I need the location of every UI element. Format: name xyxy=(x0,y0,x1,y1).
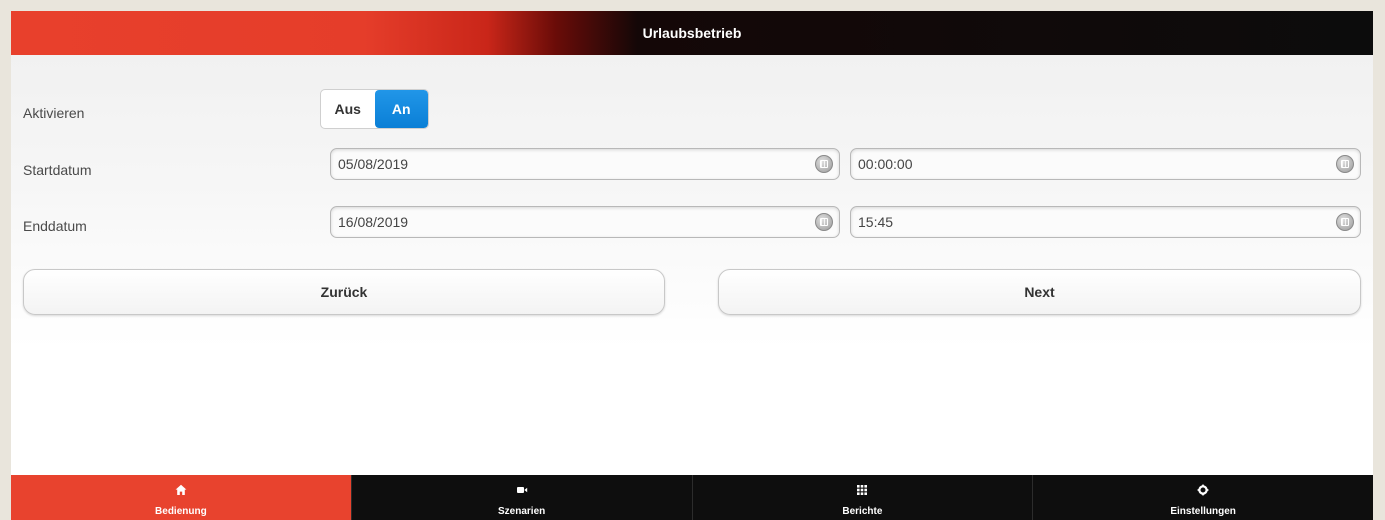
start-date-value: 05/08/2019 xyxy=(338,156,409,172)
grid-icon xyxy=(857,485,868,495)
next-button[interactable]: Next xyxy=(718,269,1361,315)
tab-label: Einstellungen xyxy=(1170,506,1236,517)
start-time-field[interactable]: 00:00:00 xyxy=(850,148,1361,180)
tab-label: Berichte xyxy=(842,506,883,517)
start-time-value: 00:00:00 xyxy=(858,156,913,172)
end-time-field[interactable]: 15:45 xyxy=(850,206,1361,238)
clock-picker-icon[interactable] xyxy=(1336,155,1354,173)
gear-icon xyxy=(1197,484,1209,496)
page-title: Urlaubsbetrieb xyxy=(642,25,742,41)
video-camera-icon xyxy=(516,487,527,493)
app-window: Urlaubsbetrieb Aktivieren Aus An Startda… xyxy=(11,11,1373,520)
calendar-icon[interactable] xyxy=(815,155,833,173)
tab-einstellungen[interactable]: Einstellungen xyxy=(1032,475,1373,520)
tab-bedienung[interactable]: Bedienung xyxy=(11,475,351,520)
tab-label: Bedienung xyxy=(155,506,207,517)
clock-picker-icon[interactable] xyxy=(1336,213,1354,231)
toggle-on-option[interactable]: An xyxy=(374,90,428,128)
vacation-mode-form: Aktivieren Aus An Startdatum 05/08/2019 … xyxy=(11,55,1373,475)
bottom-tab-bar: Bedienung Szenarien Berichte Einstellung… xyxy=(11,475,1373,520)
end-date-field[interactable]: 16/08/2019 xyxy=(330,206,840,238)
calendar-icon[interactable] xyxy=(815,213,833,231)
title-bar: Urlaubsbetrieb xyxy=(11,11,1373,55)
activate-label: Aktivieren xyxy=(23,105,85,121)
start-date-label: Startdatum xyxy=(23,162,92,178)
end-date-value: 16/08/2019 xyxy=(338,214,409,230)
tab-berichte[interactable]: Berichte xyxy=(691,475,1033,520)
toggle-off-option[interactable]: Aus xyxy=(321,90,375,128)
home-icon xyxy=(175,484,187,495)
tab-szenarien[interactable]: Szenarien xyxy=(350,475,692,520)
tab-label: Szenarien xyxy=(498,506,546,517)
activate-toggle[interactable]: Aus An xyxy=(320,89,429,129)
back-button[interactable]: Zurück xyxy=(23,269,665,315)
end-date-label: Enddatum xyxy=(23,218,87,234)
end-time-value: 15:45 xyxy=(858,214,894,230)
start-date-field[interactable]: 05/08/2019 xyxy=(330,148,840,180)
